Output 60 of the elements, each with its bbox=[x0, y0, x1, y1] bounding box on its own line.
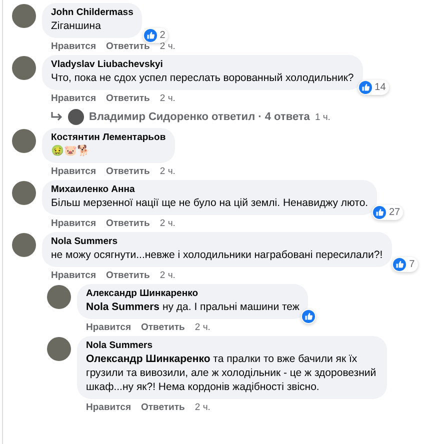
comment-time: 2 ч. bbox=[160, 41, 176, 53]
replies-time: 1 ч. bbox=[314, 110, 330, 124]
comment-text: не можу осягнути...невже і холодильники награбовані пересилали?! bbox=[51, 248, 383, 262]
comment-text: Что, пока не сдох успел переслать ворованный холодильник? bbox=[51, 71, 354, 85]
avatar[interactable] bbox=[12, 233, 36, 257]
like-link[interactable]: Нравится bbox=[51, 41, 96, 53]
reaction-badge[interactable]: 14 bbox=[358, 80, 389, 95]
avatar[interactable] bbox=[12, 181, 36, 205]
reply-link[interactable]: Ответить bbox=[106, 270, 150, 282]
author-name[interactable]: Vladyslav Liubachevskyi bbox=[51, 59, 354, 71]
reaction-count: 2 bbox=[160, 30, 166, 41]
author-name[interactable]: Костянтин Лементарьов bbox=[51, 132, 166, 144]
comment-time: 2 ч. bbox=[194, 402, 210, 414]
reply-link[interactable]: Ответить bbox=[106, 41, 150, 53]
like-link[interactable]: Нравится bbox=[51, 93, 96, 105]
reaction-count: 27 bbox=[388, 207, 400, 218]
replies-summary[interactable]: Владимир Сидоренко ответил · 4 ответа bbox=[89, 110, 310, 124]
reply-arrow-icon bbox=[51, 112, 63, 122]
reply-link[interactable]: Ответить bbox=[140, 402, 185, 414]
comment-text: 🤢🐷🐕 bbox=[51, 144, 91, 158]
reaction-badge[interactable]: 7 bbox=[392, 257, 418, 272]
like-link[interactable]: Нравится bbox=[86, 402, 131, 414]
reply-link[interactable]: Ответить bbox=[106, 166, 150, 178]
comment-time: 2 ч. bbox=[160, 166, 176, 178]
comment-text: Більш мерзенної нації ще не було на цій землі. Ненавиджу люто. bbox=[51, 196, 368, 210]
like-icon bbox=[358, 81, 372, 94]
like-icon bbox=[144, 29, 157, 42]
like-link[interactable]: Нравится bbox=[51, 218, 96, 230]
author-name[interactable]: Александр Шинкаренко bbox=[86, 288, 300, 300]
comment-text: Ziганшина bbox=[51, 19, 102, 33]
like-icon bbox=[372, 206, 386, 219]
like-link[interactable]: Нравится bbox=[51, 270, 96, 282]
avatar[interactable] bbox=[12, 129, 36, 153]
avatar[interactable] bbox=[12, 4, 36, 28]
comment-text: Nola Summers ну да. І пральні машини теж bbox=[86, 300, 300, 314]
comment-time: 2 ч. bbox=[160, 270, 176, 282]
avatar[interactable] bbox=[47, 285, 71, 309]
avatar[interactable] bbox=[47, 337, 71, 361]
like-icon bbox=[393, 258, 406, 271]
reaction-badge[interactable] bbox=[301, 309, 316, 324]
author-name[interactable]: Nola Summers bbox=[86, 340, 378, 352]
reaction-badge[interactable]: 27 bbox=[372, 205, 404, 220]
author-name[interactable]: Михаиленко Анна bbox=[51, 184, 368, 196]
comment-time: 2 ч. bbox=[194, 322, 210, 334]
comment-time: 2 ч. bbox=[160, 218, 176, 230]
like-icon bbox=[302, 310, 316, 323]
avatar[interactable] bbox=[12, 56, 36, 80]
reaction-count: 7 bbox=[409, 259, 415, 270]
comment-time: 2 ч. bbox=[160, 93, 176, 105]
reaction-count: 14 bbox=[374, 82, 386, 93]
reply-link[interactable]: Ответить bbox=[106, 93, 150, 105]
avatar bbox=[68, 109, 84, 125]
like-link[interactable]: Нравится bbox=[51, 166, 96, 178]
reply-link[interactable]: Ответить bbox=[140, 322, 185, 334]
comment-text: Олександр Шинкаренко та пралки то вже бачили як їх грузили та вивозили, але ж холодільник - це ж здоровезний шкаф...ну як?! Нема кордонів жадібності звісно. bbox=[86, 352, 378, 394]
like-link[interactable]: Нравится bbox=[86, 322, 131, 334]
reaction-badge[interactable]: 2 bbox=[142, 28, 168, 43]
reply-link[interactable]: Ответить bbox=[106, 218, 150, 230]
author-name[interactable]: Nola Summers bbox=[51, 236, 383, 248]
author-name[interactable]: John Childermass bbox=[51, 7, 134, 19]
